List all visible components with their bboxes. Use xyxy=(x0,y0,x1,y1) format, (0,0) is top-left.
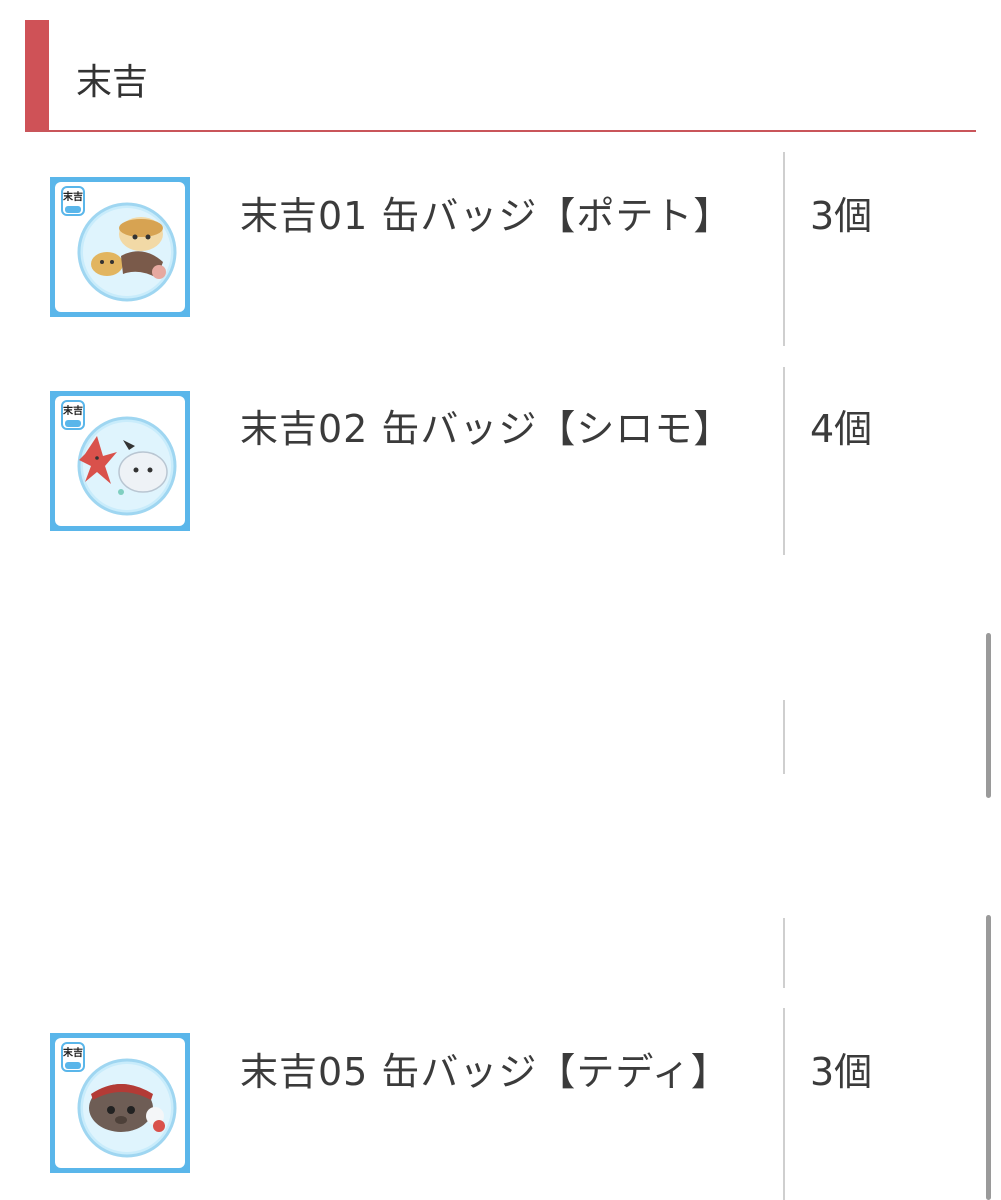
column-divider xyxy=(783,152,785,346)
item-name: 末吉05 缶バッジ【テディ】 xyxy=(240,1050,730,1094)
list-item[interactable]: 末吉 末吉02 缶バッジ【シロモ】 4個 xyxy=(0,365,1001,560)
badge-thumbnail[interactable]: 末吉 xyxy=(50,177,190,317)
section-accent-bar xyxy=(25,20,49,130)
column-divider xyxy=(783,1008,785,1200)
item-name: 末吉01 缶バッジ【ポテト】 xyxy=(240,194,733,238)
section-header: 末吉 xyxy=(25,20,976,132)
list-item[interactable]: 末吉 末吉01 缶バッジ【ポテト】 3個 xyxy=(0,150,1001,350)
item-quantity: 3個 xyxy=(810,1050,873,1094)
scroll-indicator[interactable] xyxy=(986,633,991,798)
section-title: 末吉 xyxy=(76,62,149,103)
list-item[interactable]: 末吉 末吉05 缶バッジ【テディ】 3個 xyxy=(0,1008,1001,1200)
item-name: 末吉02 缶バッジ【シロモ】 xyxy=(240,407,733,451)
column-divider xyxy=(783,367,785,555)
column-divider xyxy=(783,918,785,988)
badge-label: 末吉 xyxy=(61,400,85,430)
badge-thumbnail[interactable]: 末吉 xyxy=(50,1033,190,1173)
page: 末吉 末吉 末吉01 缶バッジ【ポテト】 3個 末吉 末吉02 缶バッジ【シロモ… xyxy=(0,0,1001,1200)
column-divider xyxy=(783,700,785,774)
badge-thumbnail[interactable]: 末吉 xyxy=(50,391,190,531)
badge-label: 末吉 xyxy=(61,186,85,216)
item-quantity: 3個 xyxy=(810,194,873,238)
badge-label: 末吉 xyxy=(61,1042,85,1072)
item-quantity: 4個 xyxy=(810,407,873,451)
